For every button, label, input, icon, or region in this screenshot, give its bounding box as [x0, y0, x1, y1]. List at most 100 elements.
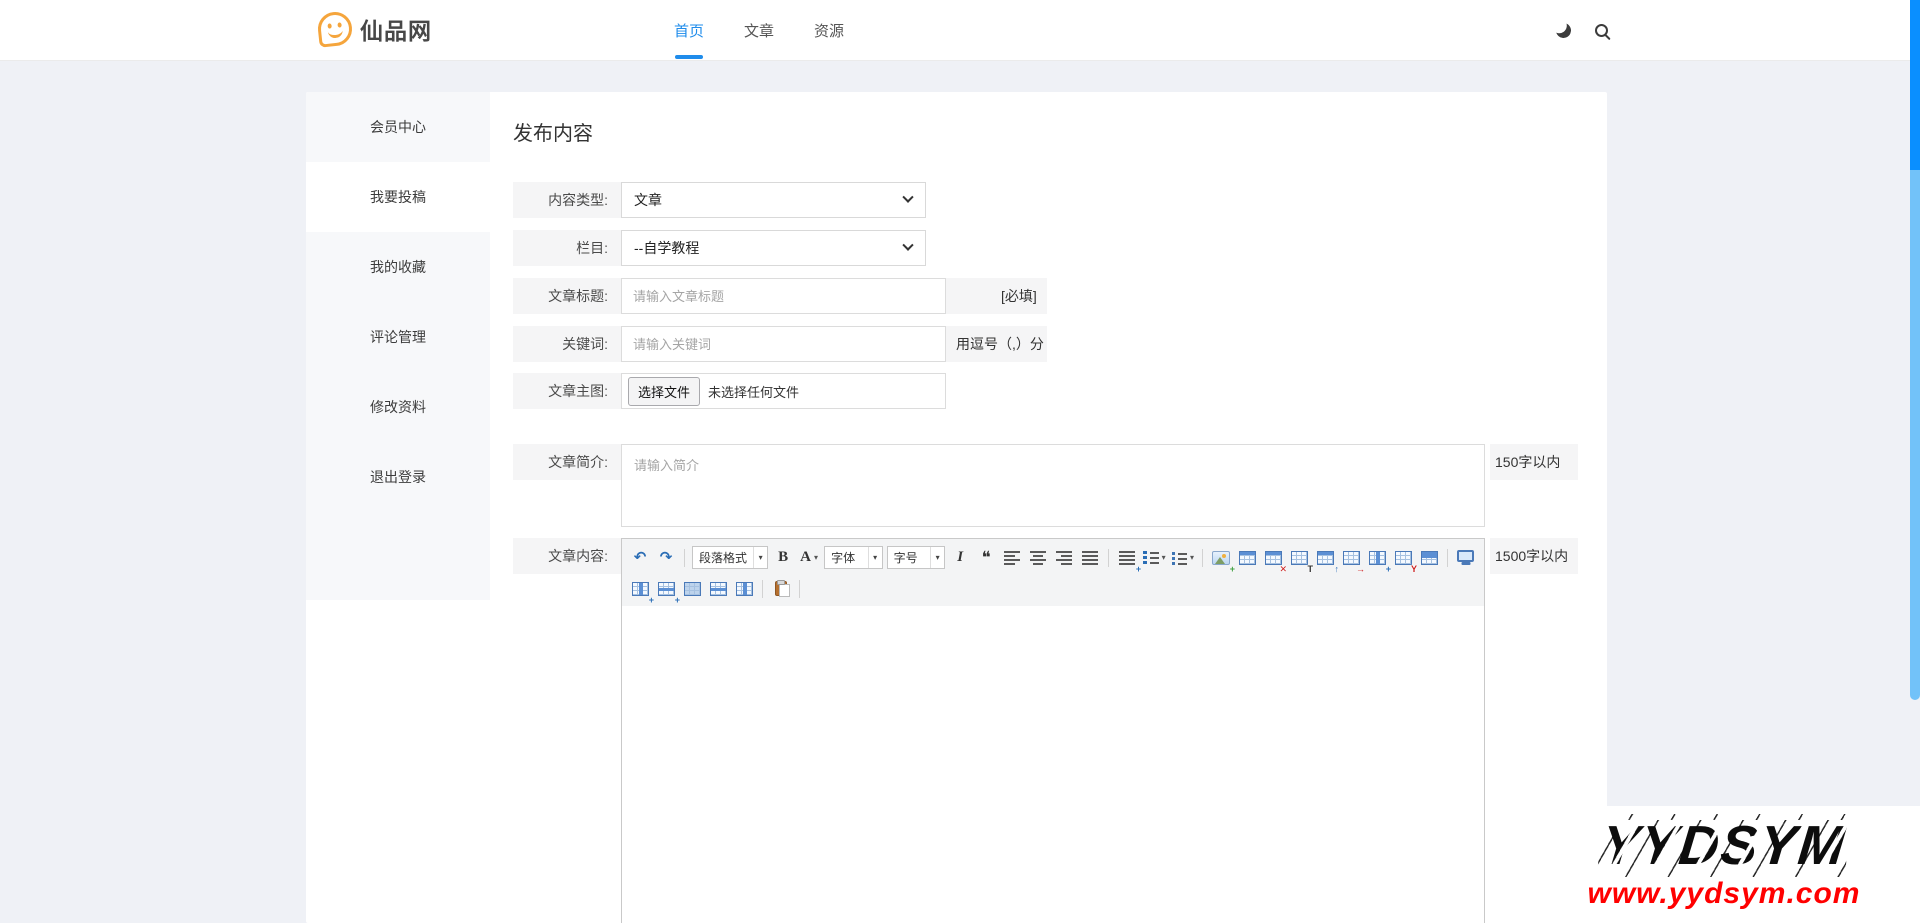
content-type-row: 内容类型: 文章 — [513, 182, 1047, 218]
keywords-hint: 用逗号（,）分 — [956, 326, 1044, 362]
font-color-icon[interactable]: A▾ — [797, 545, 821, 571]
text-to-table-icon[interactable]: T — [1287, 545, 1311, 571]
chevron-down-icon: ▾ — [1162, 553, 1166, 562]
nav-item-home[interactable]: 首页 — [668, 0, 710, 61]
sidebar: 会员中心我要投稿我的收藏评论管理修改资料退出登录 — [306, 92, 490, 600]
table-properties-icon[interactable] — [1417, 545, 1441, 571]
sidebar-item-label: 我要投稿 — [370, 187, 426, 207]
chevron-down-icon: ▾ — [930, 547, 944, 568]
blockquote-icon[interactable]: ❝ — [974, 545, 998, 571]
undo-glyph: ↶ — [634, 550, 647, 565]
sidebar-item-logout[interactable]: 退出登录 — [306, 442, 490, 512]
chevron-down-icon: ▾ — [868, 547, 882, 568]
sidebar-item-label: 会员中心 — [370, 117, 426, 137]
editor-content-area[interactable] — [622, 606, 1484, 923]
site-logo[interactable]: 仙品网 — [318, 12, 432, 46]
align-justify-icon[interactable] — [1078, 545, 1102, 571]
nav-item-resources[interactable]: 资源 — [808, 0, 850, 61]
font-size-icon[interactable]: 字号▾ — [887, 545, 946, 571]
insert-row-below-icon[interactable]: + — [654, 576, 678, 602]
font-family-icon[interactable]: 字体▾ — [824, 545, 883, 571]
sidebar-item-label: 我的收藏 — [370, 257, 426, 277]
split-cell-glyph — [1395, 551, 1412, 565]
bold-icon[interactable]: B — [771, 545, 795, 571]
insert-row-above-icon[interactable]: ↑ — [1313, 545, 1337, 571]
align-center-icon[interactable] — [1026, 545, 1050, 571]
align-right-icon[interactable] — [1052, 545, 1076, 571]
redo-glyph: ↷ — [660, 550, 673, 565]
active-nav-underline — [675, 55, 703, 59]
scrollbar-track[interactable] — [1910, 170, 1920, 700]
smiley-logo-icon — [316, 10, 353, 47]
font-family-label: 字体 — [825, 549, 868, 566]
scrollbar-thumb[interactable] — [1910, 0, 1920, 170]
paragraph-format-icon[interactable]: 段落格式▾ — [692, 545, 768, 571]
fullscreen-icon[interactable] — [1454, 545, 1478, 571]
ordered-list-icon[interactable]: ▾ — [1141, 545, 1167, 571]
site-watermark: YYDSYM www.yydsym.com — [1528, 806, 1920, 923]
sidebar-item-my-favorites[interactable]: 我的收藏 — [306, 232, 490, 302]
keywords-label: 关键词: — [513, 326, 621, 362]
sidebar-item-submit-post[interactable]: 我要投稿 — [306, 162, 490, 232]
keywords-input[interactable] — [621, 326, 946, 362]
main-image-label: 文章主图: — [513, 373, 621, 409]
content-type-select[interactable]: 文章 — [621, 182, 926, 218]
delete-rows-icon[interactable] — [706, 576, 730, 602]
redo-icon[interactable]: ↷ — [654, 545, 678, 571]
delete-cells-icon[interactable] — [680, 576, 704, 602]
chevron-down-icon — [902, 192, 913, 203]
required-hint: [必填] — [1001, 278, 1037, 314]
insert-cell-left-icon[interactable]: + — [628, 576, 652, 602]
sidebar-item-edit-profile[interactable]: 修改资料 — [306, 372, 490, 442]
sidebar-item-label: 评论管理 — [370, 327, 426, 347]
summary-row: 文章简介: 150字以内 — [513, 444, 1607, 527]
header-icons — [1556, 0, 1608, 61]
sidebar-item-member-center[interactable]: 会员中心 — [306, 92, 490, 162]
logo-eye — [327, 23, 332, 28]
italic-glyph: I — [957, 550, 963, 565]
insert-column-icon[interactable]: + — [1365, 545, 1389, 571]
nav-item-articles[interactable]: 文章 — [738, 0, 780, 61]
toolbar-separator — [1108, 549, 1109, 567]
merge-cells-icon[interactable]: → — [1339, 545, 1363, 571]
unordered-list-icon[interactable]: ▾ — [1170, 545, 1196, 571]
align-left-icon[interactable] — [1000, 545, 1024, 571]
undo-icon[interactable]: ↶ — [628, 545, 652, 571]
article-title-row: 文章标题: [必填] — [513, 278, 1047, 314]
italic-icon[interactable]: I — [948, 545, 972, 571]
content-limit-hint: 1500字以内 — [1490, 538, 1578, 574]
paste-icon[interactable] — [769, 576, 793, 602]
category-select[interactable]: --自学教程 — [621, 230, 926, 266]
site-name: 仙品网 — [360, 12, 432, 46]
toolbar-separator — [684, 549, 685, 567]
content-type-label: 内容类型: — [513, 182, 621, 218]
fullscreen-glyph — [1457, 550, 1474, 562]
align-center-glyph — [1030, 550, 1046, 565]
insert-image-icon[interactable]: + — [1209, 545, 1233, 571]
font-size-dropdown[interactable]: 字号▾ — [887, 546, 946, 569]
delete-table-icon[interactable]: ✕ — [1261, 545, 1285, 571]
search-icon[interactable] — [1595, 24, 1608, 37]
sidebar-item-comment-management[interactable]: 评论管理 — [306, 302, 490, 372]
chevron-down-icon — [902, 240, 913, 251]
article-title-input[interactable] — [621, 278, 946, 314]
choose-file-button[interactable]: 选择文件 — [628, 377, 700, 406]
insert-cell-left-glyph — [632, 582, 649, 596]
summary-label: 文章简介: — [513, 444, 621, 480]
insert-column-glyph — [1369, 551, 1386, 565]
summary-textarea[interactable] — [621, 444, 1485, 527]
main-image-row: 文章主图: 选择文件 未选择任何文件 — [513, 373, 1047, 409]
page-title: 发布内容 — [513, 117, 593, 146]
insert-table-icon[interactable] — [1235, 545, 1259, 571]
table-properties-glyph — [1421, 551, 1438, 565]
font-family-dropdown[interactable]: 字体▾ — [824, 546, 883, 569]
paragraph-format-dropdown[interactable]: 段落格式▾ — [692, 546, 768, 569]
file-upload-field: 选择文件 未选择任何文件 — [621, 373, 946, 409]
dark-mode-icon[interactable] — [1555, 22, 1572, 39]
delete-cols-icon[interactable] — [732, 576, 756, 602]
paragraph-format-label: 段落格式 — [693, 549, 753, 566]
delete-table-glyph — [1265, 551, 1282, 565]
split-cell-icon[interactable]: Y — [1391, 545, 1415, 571]
auto-typeset-icon[interactable]: + — [1115, 545, 1139, 571]
nav-item-label: 文章 — [744, 20, 774, 41]
